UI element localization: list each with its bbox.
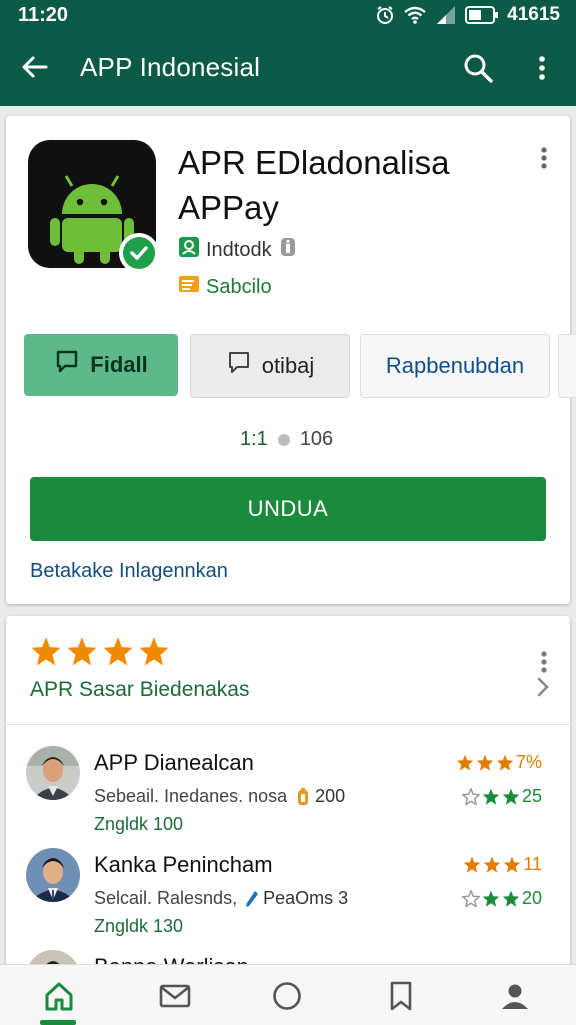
review-rating-b: 20 bbox=[461, 888, 542, 909]
section-star-rating bbox=[30, 636, 170, 666]
star-icon bbox=[482, 788, 500, 805]
back-arrow-icon[interactable] bbox=[18, 50, 52, 84]
search-icon[interactable] bbox=[460, 50, 496, 86]
wifi-icon bbox=[403, 5, 427, 25]
status-icons: 41615 bbox=[375, 4, 560, 26]
review-meta: Selcail. Ralesnds, PeaOms 3 bbox=[94, 888, 348, 909]
install-button[interactable]: UNDUA bbox=[30, 477, 546, 541]
active-tab-indicator bbox=[40, 1020, 76, 1025]
developer-row[interactable]: Indtodk bbox=[178, 236, 298, 264]
avatar bbox=[26, 746, 80, 800]
star-icon bbox=[139, 637, 169, 666]
developer-icon bbox=[178, 236, 200, 264]
signal-icon bbox=[435, 5, 457, 25]
top-app-bar: 11:20 41615 APP Indonesial bbox=[0, 0, 576, 106]
review-meta: Sebeail. Inedanes. nosa 200 bbox=[94, 786, 345, 807]
app-bar-title: APP Indonesial bbox=[80, 52, 261, 82]
developer-name: Indtodk bbox=[206, 238, 272, 261]
review-likes: Zngldk 130 bbox=[94, 916, 184, 936]
star-icon bbox=[456, 754, 474, 771]
status-bar: 11:20 41615 bbox=[0, 0, 576, 30]
star-outline-icon bbox=[461, 890, 480, 907]
reviews-title[interactable]: APR Sasar Biedenakas bbox=[30, 678, 249, 702]
app-name-line1: APR EDladonalisa bbox=[178, 144, 450, 181]
chat-bubble-outline-icon bbox=[226, 350, 252, 382]
review-rating-b: 25 bbox=[461, 786, 542, 807]
review-meta-text: Selcail. Ralesnds, bbox=[94, 888, 238, 908]
action-pill-overflow[interactable] bbox=[558, 334, 576, 398]
bookmark-icon[interactable] bbox=[384, 979, 418, 1013]
status-time: 11:20 bbox=[18, 4, 69, 26]
star-icon bbox=[484, 856, 501, 873]
review-item[interactable]: Kanka Penincham Selcail. Ralesnds, PeaOm… bbox=[6, 848, 570, 948]
star-icon bbox=[476, 754, 494, 771]
verified-badge-icon bbox=[119, 233, 159, 273]
action-pill-3-label: Rapbenubdan bbox=[385, 353, 525, 378]
star-icon bbox=[31, 637, 61, 666]
review-badge-value: PeaOms 3 bbox=[263, 888, 349, 908]
star-icon bbox=[67, 637, 97, 666]
star-icon bbox=[504, 856, 521, 873]
review-badge: 200 bbox=[295, 786, 345, 807]
star-icon bbox=[496, 754, 514, 771]
app-name: APR EDladonalisa APPay bbox=[178, 140, 518, 230]
rating-summary: 1:1 106 bbox=[240, 428, 333, 451]
action-pill-3[interactable]: Rapbenubdan bbox=[360, 334, 550, 398]
mail-icon[interactable] bbox=[158, 979, 192, 1013]
reviews-card: APR Sasar Biedenakas APP Dianealcan Sebe… bbox=[6, 616, 570, 976]
star-icon bbox=[502, 890, 520, 907]
review-likes: Zngldk 100 bbox=[94, 814, 184, 834]
separator-dot bbox=[277, 433, 290, 446]
star-icon bbox=[482, 890, 500, 907]
info-icon bbox=[278, 236, 298, 264]
reviewer-name: Kanka Penincham bbox=[94, 852, 273, 877]
category-row[interactable]: Sabcilo bbox=[178, 273, 272, 301]
battery-text: 41615 bbox=[507, 4, 560, 25]
chevron-right-icon[interactable] bbox=[532, 674, 554, 700]
app-detail-card: APR EDladonalisa APPay Indtodk Sabcilo F… bbox=[6, 116, 576, 604]
review-rating-a-value: 11 bbox=[523, 854, 542, 874]
action-pill-1[interactable]: Fidall bbox=[24, 334, 178, 396]
review-rating-a-value: 7% bbox=[515, 752, 542, 772]
review-badge: PeaOms 3 bbox=[245, 888, 348, 909]
review-rating-a: 11 bbox=[463, 854, 542, 875]
category-icon bbox=[178, 273, 200, 301]
read-more-link[interactable]: Betakake Inlagennkan bbox=[30, 560, 228, 583]
star-icon bbox=[103, 637, 133, 666]
app-name-line2: APPay bbox=[178, 189, 279, 226]
action-pill-1-label: Fidall bbox=[90, 352, 148, 377]
review-rating-a: 7% bbox=[456, 752, 542, 773]
chat-bubble-icon bbox=[54, 349, 80, 381]
avatar bbox=[26, 848, 80, 902]
star-icon bbox=[502, 788, 520, 805]
star-outline-icon bbox=[461, 788, 480, 805]
pencil-icon bbox=[246, 890, 259, 907]
action-pill-2[interactable]: otibaj bbox=[190, 334, 350, 398]
tag-icon bbox=[298, 787, 309, 805]
overflow-menu-icon[interactable] bbox=[528, 50, 556, 86]
review-badge-value: 200 bbox=[315, 786, 346, 806]
rating-value: 1:1 bbox=[240, 428, 268, 450]
review-meta-text: Sebeail. Inedanes. nosa bbox=[94, 786, 288, 806]
app-bar: APP Indonesial bbox=[0, 36, 576, 100]
bottom-navigation bbox=[0, 964, 576, 1025]
battery-icon bbox=[465, 6, 499, 24]
reviewer-name: APP Dianealcan bbox=[94, 750, 254, 775]
circle-icon[interactable] bbox=[270, 979, 304, 1013]
profile-icon[interactable] bbox=[498, 979, 532, 1013]
star-icon bbox=[464, 856, 481, 873]
review-rating-b-value: 25 bbox=[521, 786, 542, 806]
home-icon[interactable] bbox=[42, 979, 76, 1013]
category-label: Sabcilo bbox=[206, 275, 272, 298]
divider bbox=[6, 724, 570, 725]
review-item[interactable]: APP Dianealcan Sebeail. Inedanes. nosa 2… bbox=[6, 746, 570, 846]
card-overflow-icon[interactable] bbox=[534, 144, 554, 174]
alarm-icon bbox=[375, 5, 395, 25]
review-rating-b-value: 20 bbox=[521, 888, 542, 908]
rating-count: 106 bbox=[299, 428, 334, 450]
action-pill-2-label: otibaj bbox=[261, 353, 315, 378]
